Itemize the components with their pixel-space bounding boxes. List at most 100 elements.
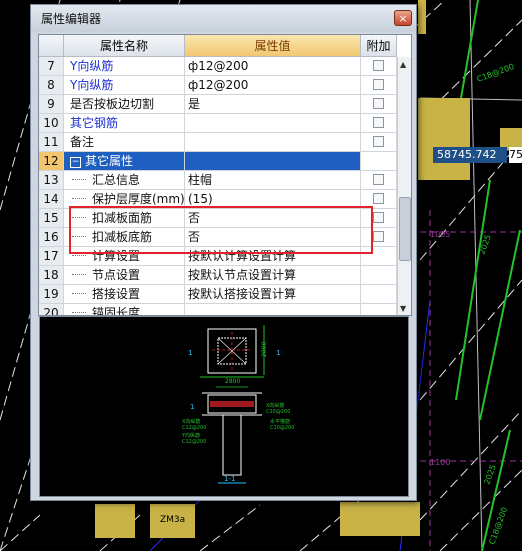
add-cell [361,266,397,285]
collapse-icon[interactable]: − [70,157,81,168]
property-name[interactable]: 扣减板面筋 [64,209,185,228]
property-grid[interactable]: 属性名称 属性值 附加 7 Y向纵筋 ф12@200 8 Y向纵筋 ф12@200 9 是否按… [38,34,412,316]
section-label-ring-spec: C10@200 [270,425,294,431]
property-row[interactable]: 16 扣减板底筋 否 [39,228,397,247]
property-row[interactable]: 17 计算设置 按默认计算设置计算 [39,247,397,266]
property-value[interactable] [185,304,361,315]
add-checkbox[interactable] [373,193,384,204]
row-index: 18 [39,266,64,285]
property-name[interactable]: 节点设置 [64,266,185,285]
add-checkbox[interactable] [373,174,384,185]
plan-dim-side: 2800 [261,342,268,357]
add-cell [361,133,397,152]
property-name-label: 计算设置 [92,249,141,263]
scroll-down-icon[interactable]: ▼ [400,304,406,313]
row-index: 17 [39,247,64,266]
property-value[interactable]: 否 [185,228,361,247]
add-cell [361,57,397,76]
close-button[interactable]: × [394,10,412,26]
property-value[interactable] [185,114,361,133]
property-name[interactable]: 汇总信息 [64,171,185,190]
property-name-label: 搭接设置 [92,287,141,301]
property-name[interactable]: 计算设置 [64,247,185,266]
dialog-titlebar[interactable]: 属性编辑器 × [31,5,416,32]
property-value[interactable]: 柱帽 [185,171,361,190]
property-row[interactable]: 20 锚固长度 [39,304,397,315]
property-name-label: 其它钢筋 [70,116,119,130]
property-name[interactable]: 是否按板边切割 [64,95,185,114]
property-name-label: 是否按板边切割 [70,97,155,111]
property-name-label: 扣减板面筋 [92,211,153,225]
property-name[interactable]: 扣减板底筋 [64,228,185,247]
property-row[interactable]: 10 其它钢筋 [39,114,397,133]
add-checkbox[interactable] [373,98,384,109]
property-row[interactable]: 12− 其它属性 [39,152,397,171]
row-index: 10 [39,114,64,133]
section-label-y-bar: Y向纵筋 [181,432,200,439]
property-row[interactable]: 13 汇总信息 柱帽 [39,171,397,190]
property-name[interactable]: 其它钢筋 [64,114,185,133]
row-index: 13 [39,171,64,190]
cad-label-2025-a: 2025 [477,233,492,255]
property-name[interactable]: Y向纵筋 [64,76,185,95]
property-name[interactable]: 搭接设置 [64,285,185,304]
add-checkbox[interactable] [373,212,384,223]
property-name[interactable]: 保护层厚度(mm) [64,190,185,209]
add-cell [361,76,397,95]
row-index: 20 [39,304,64,315]
property-row[interactable]: 14 保护层厚度(mm) (15) [39,190,397,209]
add-cell [361,114,397,133]
property-value[interactable]: 按默认计算设置计算 [185,247,361,266]
coordinate-readout-next: 75 [509,147,522,163]
property-value[interactable]: ф12@200 [185,57,361,76]
property-row[interactable]: 11 备注 [39,133,397,152]
property-row[interactable]: 18 节点设置 按默认节点设置计算 [39,266,397,285]
property-value[interactable]: 是 [185,95,361,114]
property-name-label: 扣减板底筋 [92,230,153,244]
property-name[interactable]: − 其它属性 [64,152,185,171]
column-header-add[interactable]: 附加 [361,35,397,57]
property-editor-dialog[interactable]: 属性编辑器 × 属性名称 属性值 附加 7 Y向纵筋 ф12@200 8 Y向纵筋 ф12… [30,4,417,501]
column-header-name[interactable]: 属性名称 [64,35,185,57]
plan-dim-top: 2800 [225,378,240,385]
section-label-bottom-x-spec: C10@200 [266,409,290,415]
add-checkbox[interactable] [373,136,384,147]
section-label-x-bar: X向纵筋 [182,418,200,425]
column-header-value[interactable]: 属性值 [185,35,361,57]
property-value[interactable]: 按默认节点设置计算 [185,266,361,285]
property-value[interactable]: 按默认搭接设置计算 [185,285,361,304]
plan-label-left: 1 [188,349,192,357]
property-row[interactable]: 15 扣减板面筋 否 [39,209,397,228]
cad-label-c18: C18@200 [476,62,516,84]
add-checkbox[interactable] [373,60,384,71]
add-checkbox[interactable] [373,79,384,90]
property-name[interactable]: Y向纵筋 [64,57,185,76]
add-checkbox[interactable] [373,231,384,242]
column-header-index [39,35,64,57]
property-name-label: 备注 [70,135,95,149]
property-name[interactable]: 备注 [64,133,185,152]
property-row[interactable]: 8 Y向纵筋 ф12@200 [39,76,397,95]
property-row[interactable]: 19 搭接设置 按默认搭接设置计算 [39,285,397,304]
property-row[interactable]: 9 是否按板边切割 是 [39,95,397,114]
property-value[interactable] [185,133,361,152]
row-index: 16 [39,228,64,247]
cad-grid-lines [419,0,522,551]
property-row[interactable]: 7 Y向纵筋 ф12@200 [39,57,397,76]
section-view: X向纵筋 C12@200 Y向纵筋 C12@200 X向纵筋 C10@200 水… [181,386,294,484]
vertical-scrollbar[interactable]: ▲ ▼ [397,57,411,315]
property-name[interactable]: 锚固长度 [64,304,185,315]
property-value[interactable]: ф12@200 [185,76,361,95]
scroll-thumb[interactable] [399,197,411,261]
add-cell [361,190,397,209]
property-value[interactable]: 否 [185,209,361,228]
section-drawing: 2800 2800 1 1 X向纵筋 C12@200 Y向纵筋 C12@200 … [181,325,294,484]
plan-label-right: 1 [276,349,280,357]
property-value[interactable] [185,152,361,171]
cad-tag-zm: ZM3a [160,515,186,525]
property-value[interactable]: (15) [185,190,361,209]
row-index: 9 [39,95,64,114]
add-checkbox[interactable] [373,117,384,128]
add-cell [361,247,397,266]
scroll-up-icon[interactable]: ▲ [400,60,406,69]
